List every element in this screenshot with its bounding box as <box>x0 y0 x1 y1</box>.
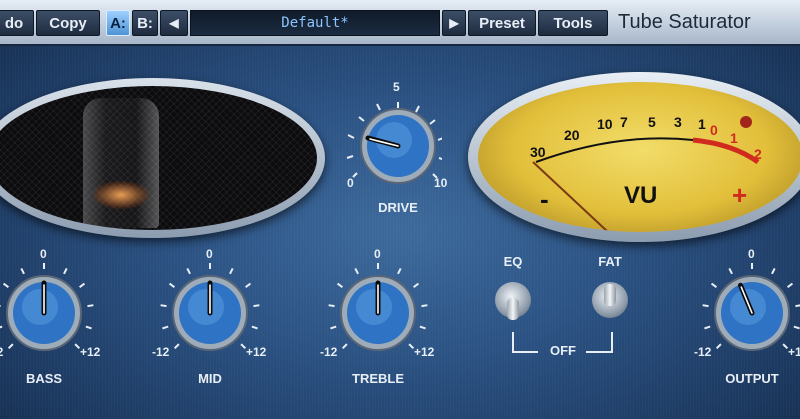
drive-knob[interactable] <box>358 106 438 186</box>
output-knob[interactable] <box>712 273 792 353</box>
eq-switch[interactable] <box>495 282 531 320</box>
treble-min-label: -12 <box>320 345 338 359</box>
drive-label: DRIVE <box>378 200 418 215</box>
tube-mesh-background <box>0 86 317 230</box>
bass-center-label: 0 <box>40 247 47 261</box>
vu-meter: 30 20 10 7 5 3 1 0 1 2 - VU + <box>468 72 800 242</box>
tube-glow-icon <box>93 181 149 209</box>
mid-max-label: +12 <box>246 345 267 359</box>
mid-center-label: 0 <box>206 247 213 261</box>
tools-menu-button[interactable]: Tools <box>538 10 608 36</box>
vu-tick-red-0: 0 <box>710 122 718 138</box>
copy-button[interactable]: Copy <box>36 10 100 36</box>
next-preset-icon[interactable]: ▶ <box>442 10 466 36</box>
bass-label: BASS <box>25 371 63 386</box>
bass-min-label: -12 <box>0 345 3 359</box>
treble-label: TREBLE <box>352 371 404 386</box>
preset-menu-button[interactable]: Preset <box>468 10 536 36</box>
vu-tick-20: 20 <box>564 127 580 143</box>
treble-center-label: 0 <box>374 247 381 261</box>
eq-switch-label: EQ <box>503 254 523 269</box>
vu-tick-5: 5 <box>648 114 656 130</box>
treble-max-label: +12 <box>414 345 435 359</box>
vu-tick-7: 7 <box>620 114 628 130</box>
vu-tick-3: 3 <box>674 114 682 130</box>
eq-switch-lever <box>507 298 519 320</box>
vu-meter-face: 30 20 10 7 5 3 1 0 1 2 - VU + <box>478 82 800 232</box>
vu-plus-sign: + <box>732 180 748 210</box>
bass-knob[interactable] <box>4 273 84 353</box>
previous-preset-icon[interactable]: ◀ <box>160 10 188 36</box>
bass-max-label: +12 <box>80 345 101 359</box>
drive-min-label: 0 <box>347 176 354 190</box>
drive-max-mid-label: 5 <box>393 80 400 94</box>
toolbar: do Copy A: B: ◀ Default* ▶ Preset Tools … <box>0 0 800 46</box>
vu-minus-sign: - <box>540 184 549 214</box>
mid-label: MID <box>198 371 222 386</box>
plugin-title: Tube Saturator <box>618 11 751 33</box>
output-max-label: +12 <box>788 345 800 359</box>
ab-slot-a-button[interactable]: A: <box>106 10 130 36</box>
fat-switch[interactable] <box>592 282 628 318</box>
vu-tick-red-1: 1 <box>730 130 738 146</box>
vu-tick-10: 10 <box>597 116 613 132</box>
vu-label: VU <box>624 182 658 209</box>
undo-button[interactable]: do <box>0 10 34 36</box>
output-center-label: 0 <box>748 247 755 261</box>
treble-knob[interactable] <box>338 273 418 353</box>
output-label: OUTPUT <box>725 371 779 386</box>
preset-name-display[interactable]: Default* <box>190 10 440 36</box>
plugin-window: do Copy A: B: ◀ Default* ▶ Preset Tools … <box>0 0 800 419</box>
vu-tick-1: 1 <box>698 116 706 132</box>
fat-switch-label: FAT <box>598 254 622 269</box>
ab-slot-b-button[interactable]: B: <box>132 10 158 36</box>
mid-knob[interactable] <box>170 273 250 353</box>
fat-switch-lever <box>604 284 616 306</box>
vu-tick-30: 30 <box>530 144 546 160</box>
mid-min-label: -12 <box>152 345 170 359</box>
off-label: OFF <box>550 343 576 358</box>
peak-led-icon <box>740 116 752 128</box>
output-min-label: -12 <box>694 345 712 359</box>
tube-window <box>0 78 325 238</box>
vu-tick-red-2: 2 <box>754 146 762 162</box>
